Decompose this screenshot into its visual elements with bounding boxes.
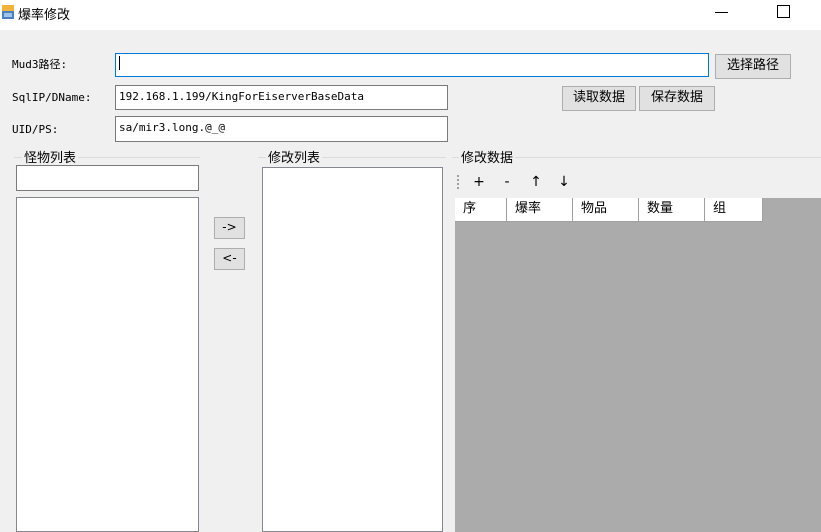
monster-listbox[interactable] [16,197,199,532]
save-data-button[interactable]: 保存数据 [639,86,715,111]
mud3-path-label: Mud3路径: [12,58,68,71]
add-to-list-button[interactable]: -> [214,217,245,239]
modify-data-toolbar: + - ↑ ↓ [455,170,821,194]
uid-input[interactable]: sa/mir3.long.@_@ [115,116,448,142]
column-header-drop-rate[interactable]: 爆率 [507,198,573,222]
read-data-button[interactable]: 读取数据 [562,86,636,111]
sql-label: SqlIP/DName: [12,91,92,104]
column-header-quantity[interactable]: 数量 [639,198,705,222]
delete-row-button[interactable]: - [498,172,516,192]
modify-data-grid[interactable]: 序 爆率 物品 数量 组 [455,198,821,532]
remove-from-list-button[interactable]: <- [214,248,245,270]
mud3-path-input[interactable] [115,53,709,77]
modify-list-group-title: 修改列表 [266,147,323,166]
sql-input[interactable]: 192.168.1.199/KingForEiserverBaseData [115,85,448,110]
toolbar-grip [457,175,461,189]
select-path-button[interactable]: 选择路径 [715,54,791,79]
uid-label: UID/PS: [12,123,59,136]
monster-search-input[interactable] [16,165,199,191]
modify-listbox[interactable] [262,167,443,532]
minimize-button[interactable] [715,12,728,13]
monster-group-title: 怪物列表 [22,147,79,166]
move-down-button[interactable]: ↓ [555,172,573,192]
move-up-button[interactable]: ↑ [527,172,545,192]
column-header-index[interactable]: 序 [455,198,507,222]
app-icon [2,5,14,19]
title-bar: 爆率修改 [0,0,821,30]
window-title: 爆率修改 [18,8,71,23]
modify-data-group-title: 修改数据 [459,147,516,166]
maximize-button[interactable] [777,5,790,18]
add-row-button[interactable]: + [470,172,488,192]
column-header-item[interactable]: 物品 [573,198,639,222]
column-header-group[interactable]: 组 [705,198,763,222]
